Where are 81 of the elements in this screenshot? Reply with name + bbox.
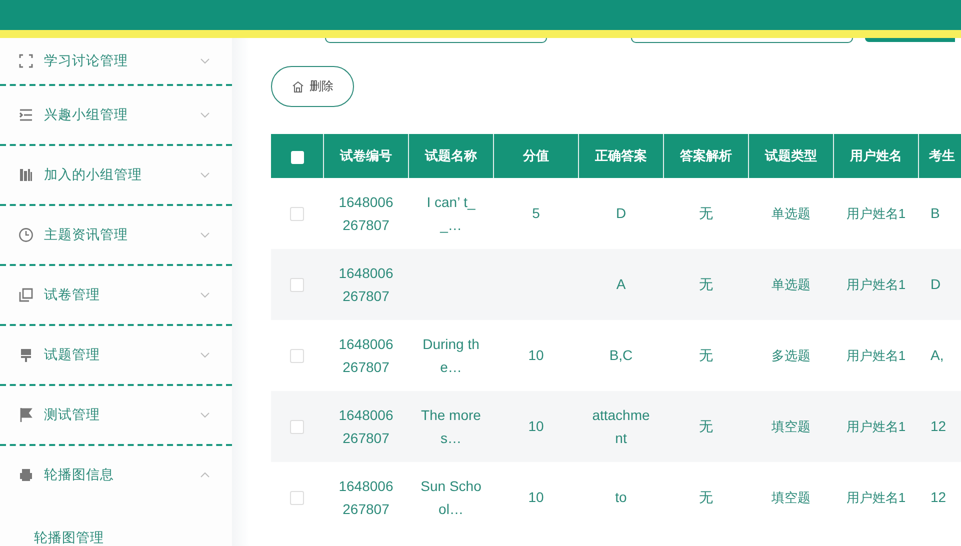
chevron-down-icon bbox=[200, 232, 210, 238]
table-cell: 单选题 bbox=[748, 178, 834, 249]
table-cell: 用户姓名1 bbox=[834, 320, 918, 391]
menu-label: 加入的小组管理 bbox=[44, 166, 143, 184]
delete-button[interactable]: 删除 bbox=[271, 66, 354, 107]
column-header: 正确答案 bbox=[578, 134, 664, 178]
chevron-up-icon bbox=[200, 472, 210, 478]
table-cell: 无 bbox=[664, 249, 748, 320]
sidebar-menu-item[interactable]: 兴趣小组管理 bbox=[0, 86, 232, 144]
column-header: 试卷编号 bbox=[324, 134, 408, 178]
table-cell: 10 bbox=[494, 391, 578, 462]
checkbox[interactable] bbox=[290, 150, 304, 164]
table-cell: 用户姓名1 bbox=[834, 249, 918, 320]
sidebar-menu-item[interactable]: 加入的小组管理 bbox=[0, 146, 232, 204]
menu-label: 兴趣小组管理 bbox=[44, 106, 129, 124]
column-header: 用户姓名 bbox=[834, 134, 918, 178]
table-cell: 用户姓名1 bbox=[834, 178, 918, 249]
menu-label: 测试管理 bbox=[44, 406, 101, 424]
table-cell: 1648006267807 bbox=[324, 249, 408, 320]
table-cell: 12 bbox=[918, 391, 961, 462]
sidebar-menu-item[interactable]: 主题资讯管理 bbox=[0, 206, 232, 264]
list-icon bbox=[18, 107, 34, 123]
sidebar-menu-item[interactable]: 试卷管理 bbox=[0, 266, 232, 324]
menu-label: 主题资讯管理 bbox=[44, 226, 129, 244]
table-cell: A, bbox=[918, 320, 961, 391]
clock-icon bbox=[18, 227, 34, 243]
table-cell: 用户姓名1 bbox=[834, 391, 918, 462]
search-field[interactable] bbox=[325, 38, 547, 43]
checkbox[interactable] bbox=[290, 491, 304, 506]
search-button[interactable] bbox=[865, 38, 955, 42]
sidebar-menu-item[interactable]: 试题管理 bbox=[0, 326, 232, 384]
chevron-down-icon bbox=[200, 58, 210, 64]
sidebar-menu-item[interactable]: 轮播图信息 bbox=[0, 446, 232, 504]
checkbox[interactable] bbox=[290, 207, 304, 222]
column-header: 答案解析 bbox=[664, 134, 748, 178]
column-header: 试题名称 bbox=[408, 134, 494, 178]
chevron-down-icon bbox=[200, 112, 210, 118]
table-cell: 无 bbox=[664, 320, 748, 391]
table-cell: 10 bbox=[494, 320, 578, 391]
table-cell: 多选题 bbox=[748, 320, 834, 391]
column-header: 试题类型 bbox=[748, 134, 834, 178]
table-cell: B,C bbox=[578, 320, 664, 391]
flag-icon bbox=[18, 407, 34, 423]
table-cell: B bbox=[918, 178, 961, 249]
checkbox[interactable] bbox=[290, 349, 304, 364]
chevron-down-icon bbox=[200, 412, 210, 418]
table-cell: 1648006267807 bbox=[324, 391, 408, 462]
table-cell: 无 bbox=[664, 391, 748, 462]
chevron-down-icon bbox=[200, 292, 210, 298]
table-cell: I can’ t__… bbox=[408, 178, 494, 249]
menu-label: 学习讨论管理 bbox=[44, 52, 129, 70]
table-cell: During the… bbox=[408, 320, 494, 391]
menu-label: 试卷管理 bbox=[44, 286, 101, 304]
search-field[interactable] bbox=[631, 38, 853, 43]
table-cell: attachment bbox=[578, 391, 664, 462]
checkbox[interactable] bbox=[290, 420, 304, 434]
menu-label: 试题管理 bbox=[44, 346, 101, 364]
table-cell: 1648006267807 bbox=[324, 320, 408, 391]
table-cell: 填空题 bbox=[748, 391, 834, 462]
table-cell: 5 bbox=[494, 178, 578, 249]
table-cell: A bbox=[578, 249, 664, 320]
chevron-down-icon bbox=[200, 352, 210, 358]
copy-icon bbox=[18, 287, 34, 303]
table-cell: 1648006267807 bbox=[324, 178, 408, 249]
table-cell: 单选题 bbox=[748, 249, 834, 320]
column-header: 考生 bbox=[918, 134, 961, 178]
column-header: 分值 bbox=[494, 134, 578, 178]
table-cell: D bbox=[578, 178, 664, 249]
sidebar-menu-item[interactable]: 测试管理 bbox=[0, 386, 232, 444]
table-cell: The more s… bbox=[408, 391, 494, 462]
brush-icon bbox=[18, 347, 34, 363]
chevron-down-icon bbox=[200, 172, 210, 178]
table-cell: D bbox=[918, 249, 961, 320]
home-icon bbox=[292, 80, 304, 92]
checkbox[interactable] bbox=[290, 278, 304, 292]
bars-icon bbox=[18, 167, 34, 183]
menu-label: 轮播图信息 bbox=[44, 466, 115, 484]
table-cell: 无 bbox=[664, 178, 748, 249]
sidebar-submenu-item[interactable]: 轮播图管理 bbox=[34, 529, 104, 546]
printer-icon bbox=[18, 467, 34, 483]
sidebar-menu-item[interactable]: 学习讨论管理 bbox=[0, 38, 232, 84]
